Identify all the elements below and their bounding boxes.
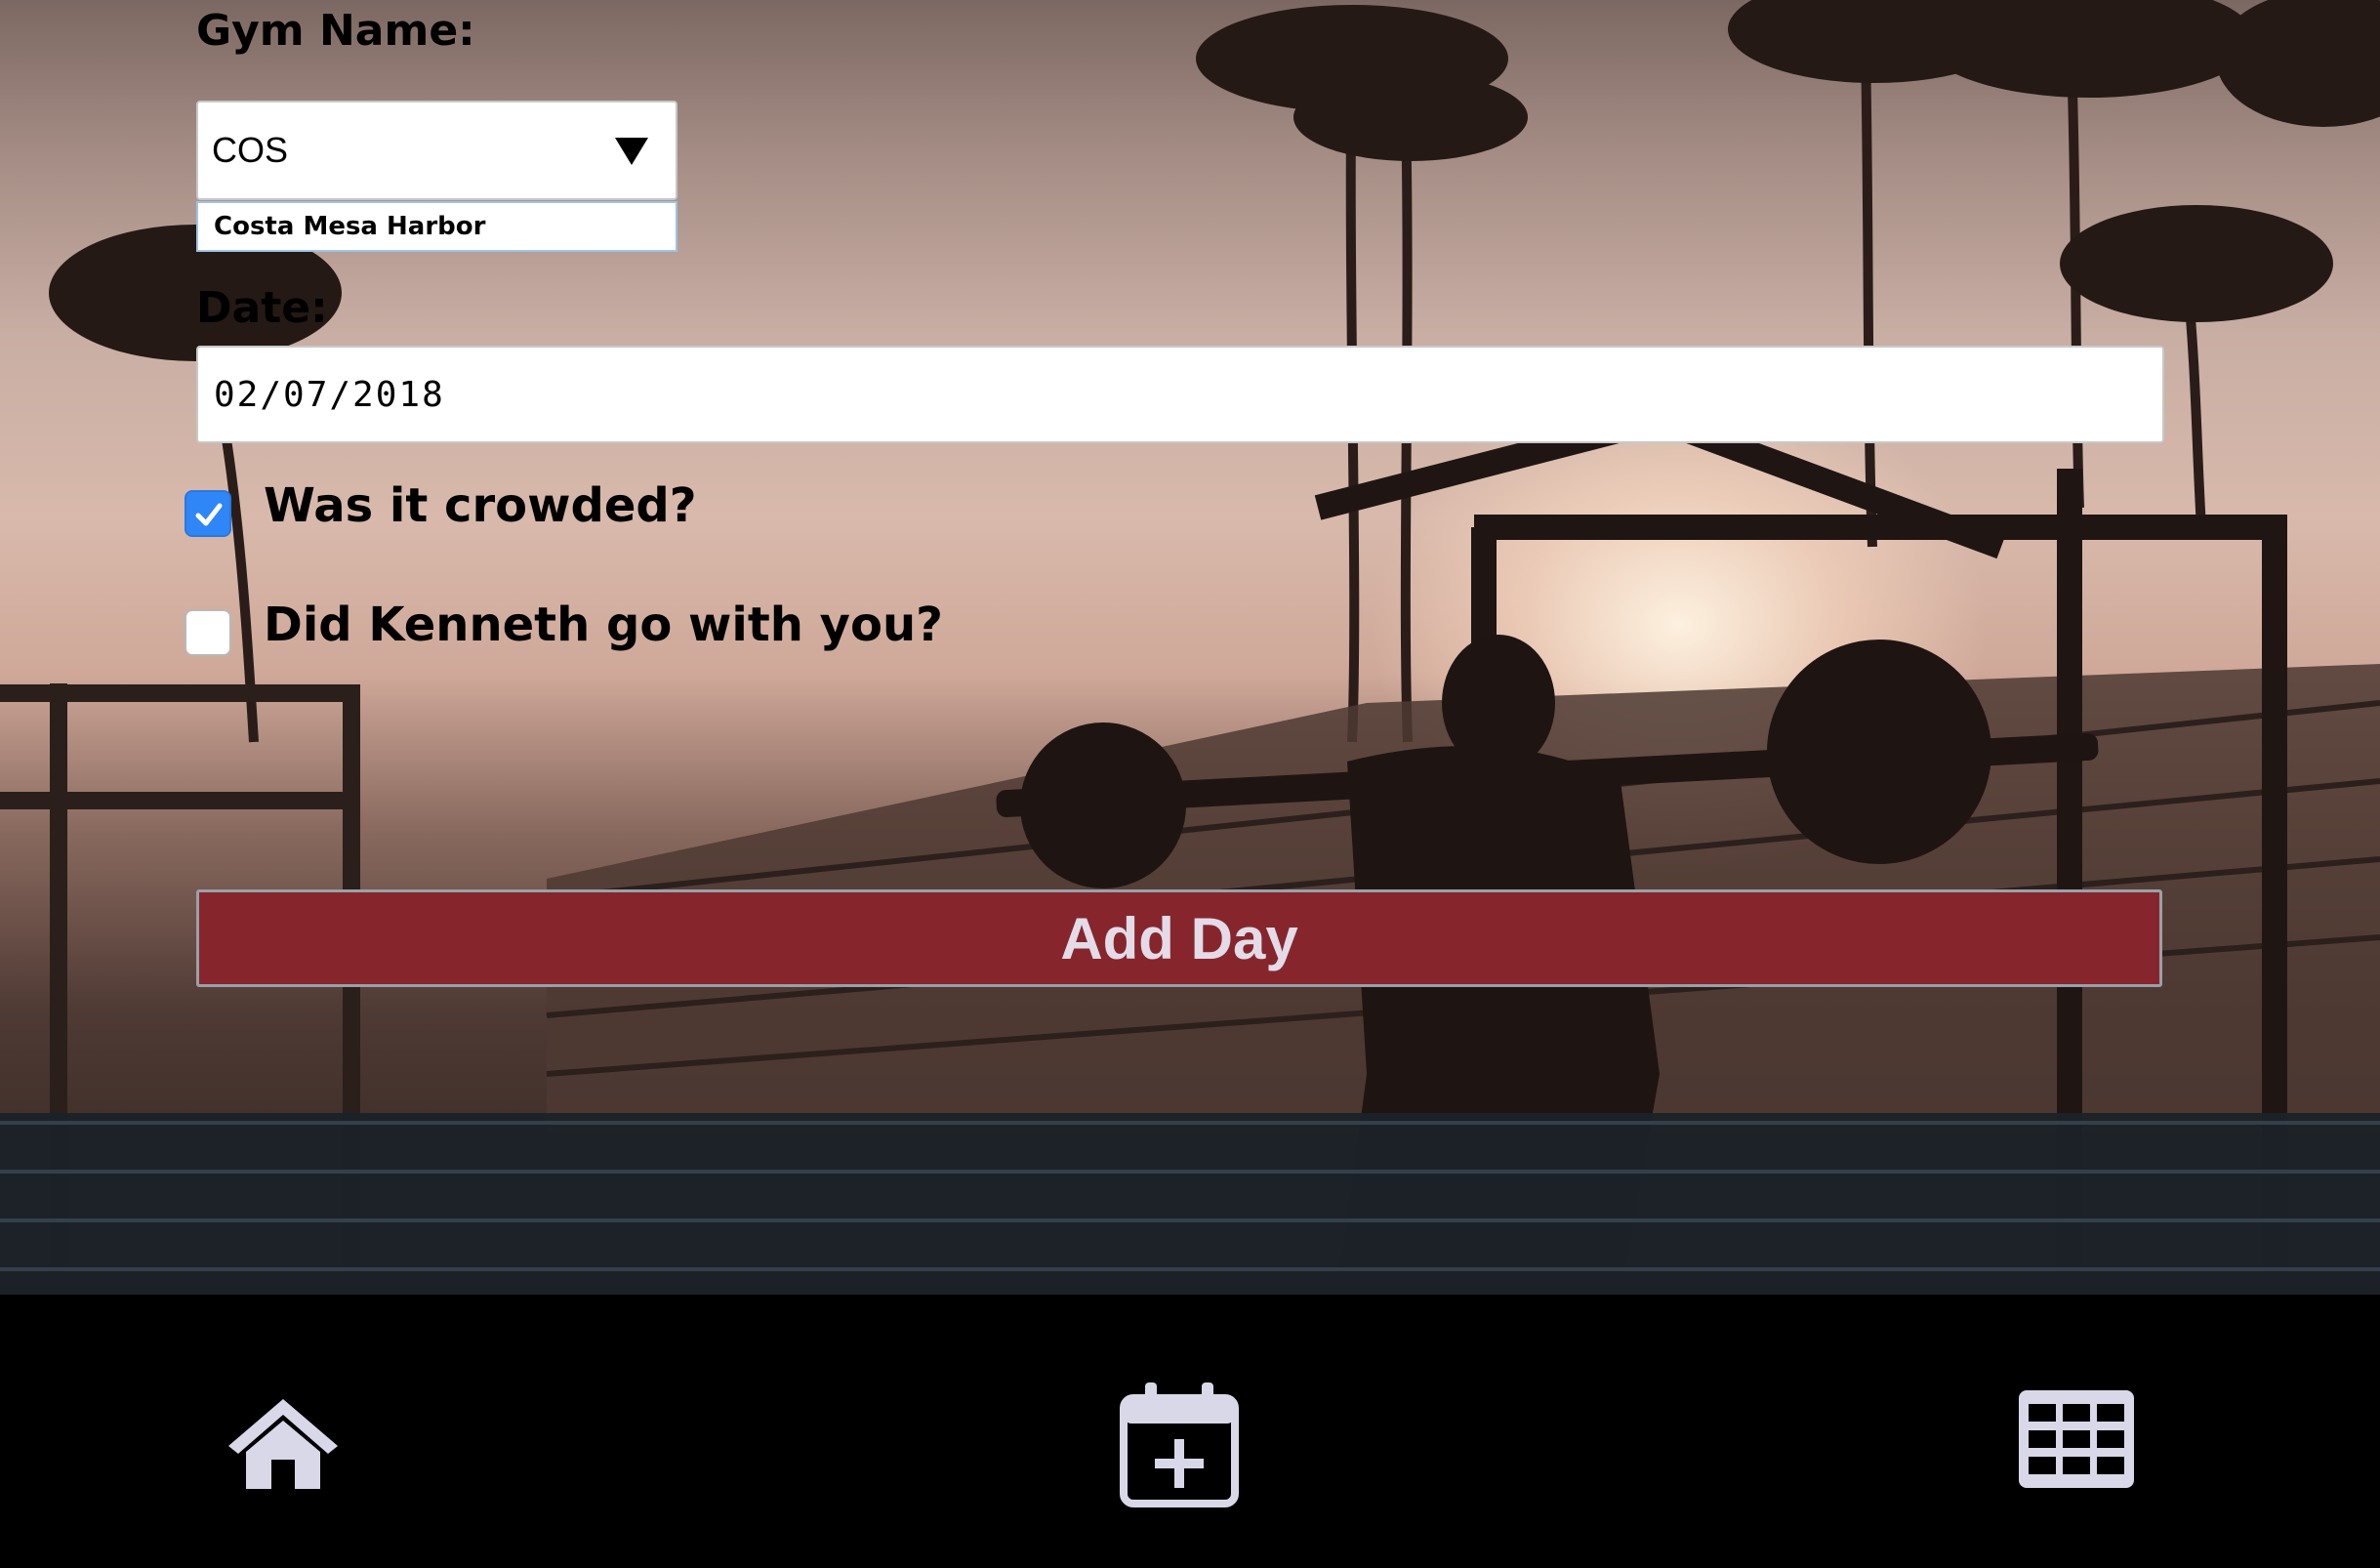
checkmark-icon [195,503,223,526]
dropdown-arrow-icon[interactable] [615,138,648,165]
crowded-label: Was it crowded? [264,478,697,533]
gym-suggestion-option[interactable]: Costa Mesa Harbor [196,201,677,252]
home-icon[interactable] [225,1395,342,1493]
kenneth-checkbox[interactable] [185,609,231,656]
bottom-nav-bar [0,1295,2380,1568]
date-input[interactable]: 02/07/2018 [196,346,2164,443]
gym-name-select-value: COS [212,130,289,170]
crowded-checkbox[interactable] [185,490,231,537]
kenneth-label: Did Kenneth go with you? [264,598,943,652]
app-root: Gym Name: COS Costa Mesa Harbor Date: 02… [0,0,2380,1568]
add-day-button[interactable]: Add Day [196,889,2162,987]
date-input-value: 02/07/2018 [214,375,445,415]
gym-name-select[interactable]: COS [196,101,677,200]
calendar-plus-icon[interactable] [1120,1381,1239,1507]
grid-table-icon[interactable] [2017,1388,2136,1490]
date-label: Date: [196,283,328,333]
gym-name-label: Gym Name: [196,6,475,56]
